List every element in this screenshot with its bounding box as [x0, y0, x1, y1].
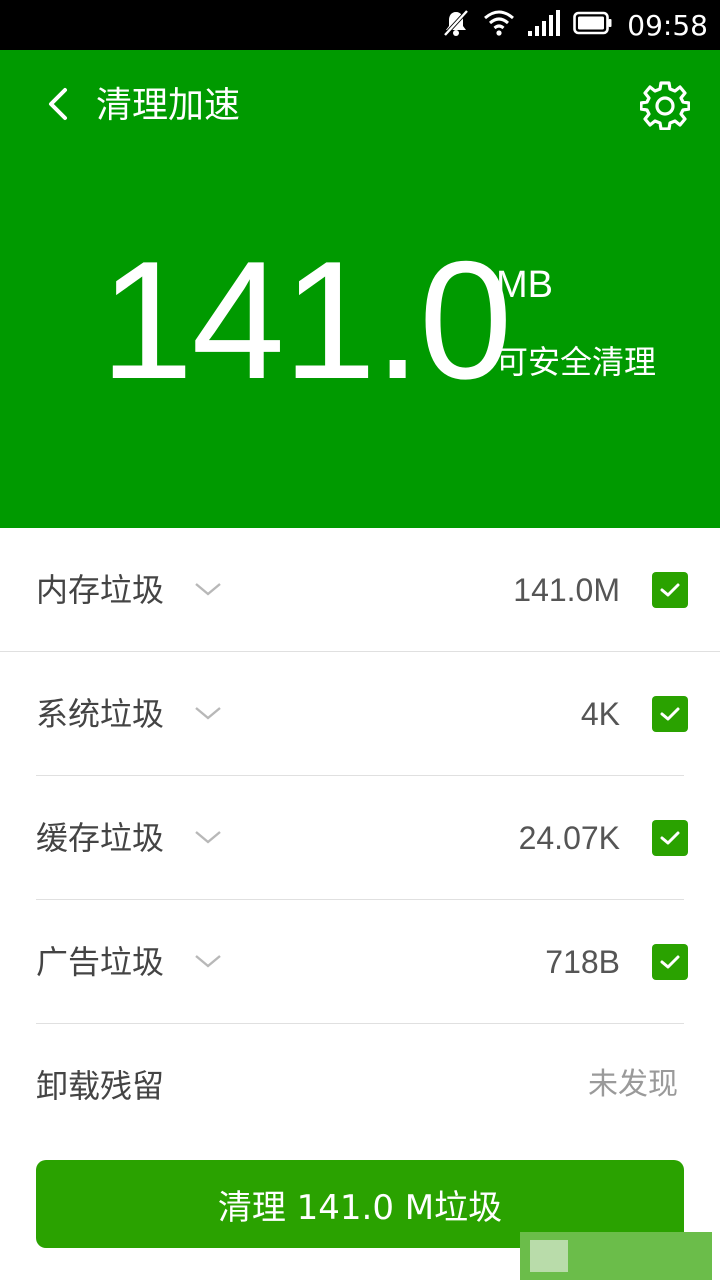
- wifi-icon: [483, 9, 515, 41]
- widget-thumbnail: [530, 1240, 568, 1272]
- chevron-left-icon: [45, 86, 71, 126]
- notifications-muted-icon: [441, 8, 471, 42]
- check-icon: [660, 955, 680, 969]
- junk-item-size: 4K: [580, 696, 620, 732]
- check-icon: [660, 831, 680, 845]
- check-icon: [660, 583, 680, 597]
- junk-item-name: 系统垃圾: [36, 695, 165, 733]
- check-icon: [660, 707, 680, 721]
- chevron-down-icon[interactable]: [192, 824, 224, 852]
- checkbox-checked[interactable]: [652, 944, 688, 980]
- cleanable-size-value: 141.0: [100, 226, 512, 414]
- junk-item-name: 内存垃圾: [36, 571, 165, 609]
- checkbox-checked[interactable]: [652, 820, 688, 856]
- status-icons: 09:58: [441, 0, 708, 50]
- checkbox-checked[interactable]: [652, 572, 688, 608]
- junk-item-name: 卸载残留: [36, 1067, 165, 1105]
- junk-item-cache[interactable]: 缓存垃圾 24.07K: [0, 776, 720, 900]
- junk-item-size: 141.0M: [513, 572, 620, 608]
- status-bar: 09:58: [0, 0, 720, 50]
- floating-widget[interactable]: [520, 1232, 712, 1280]
- junk-item-ads[interactable]: 广告垃圾 718B: [0, 900, 720, 1024]
- header: 清理加速 141.0 MB 可安全清理: [0, 50, 720, 528]
- junk-item-size: 718B: [545, 944, 620, 980]
- residual-status: 未发现: [588, 1067, 678, 1102]
- chevron-down-icon[interactable]: [192, 576, 224, 604]
- chevron-down-icon[interactable]: [192, 948, 224, 976]
- junk-item-system[interactable]: 系统垃圾 4K: [0, 652, 720, 776]
- signal-icon: [527, 9, 561, 41]
- settings-button[interactable]: [638, 80, 692, 134]
- battery-icon: [573, 11, 613, 39]
- junk-item-memory[interactable]: 内存垃圾 141.0M: [0, 528, 720, 652]
- junk-item-name: 缓存垃圾: [36, 819, 165, 857]
- junk-item-size: 24.07K: [518, 820, 620, 856]
- back-button[interactable]: [36, 84, 80, 128]
- cleanable-size-label: 可安全清理: [496, 343, 657, 381]
- chevron-down-icon[interactable]: [192, 700, 224, 728]
- junk-item-name: 广告垃圾: [36, 943, 165, 981]
- gear-icon: [639, 80, 691, 134]
- checkbox-checked[interactable]: [652, 696, 688, 732]
- junk-list: 内存垃圾 141.0M 系统垃圾 4K 缓存垃圾 24.07K 广告垃圾 718…: [0, 528, 720, 1148]
- cleanable-size-unit: MB: [496, 264, 553, 306]
- page-title: 清理加速: [96, 85, 241, 126]
- status-time: 09:58: [627, 8, 708, 42]
- junk-item-residual: 卸载残留 未发现: [0, 1024, 720, 1148]
